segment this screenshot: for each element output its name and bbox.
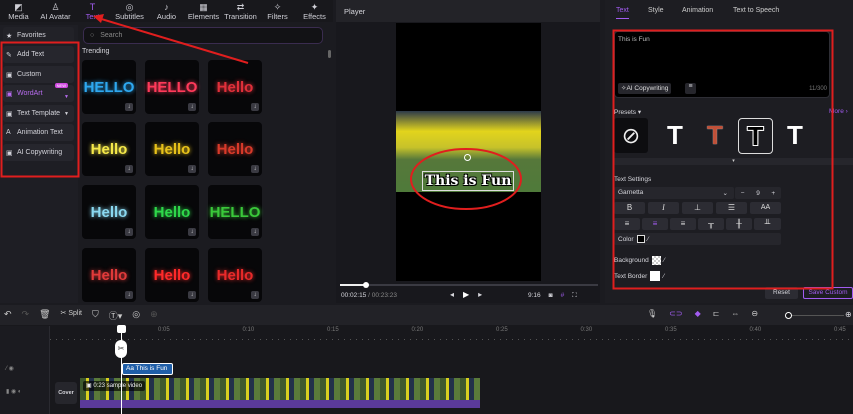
annotation-box-sidebar [0,41,80,178]
annotation-overlay [0,14,834,290]
annotation-arrow [97,17,249,64]
annotation-box-settings [612,29,834,290]
annotation-ellipse-text [410,148,522,210]
arrow-head-icon [93,14,104,23]
